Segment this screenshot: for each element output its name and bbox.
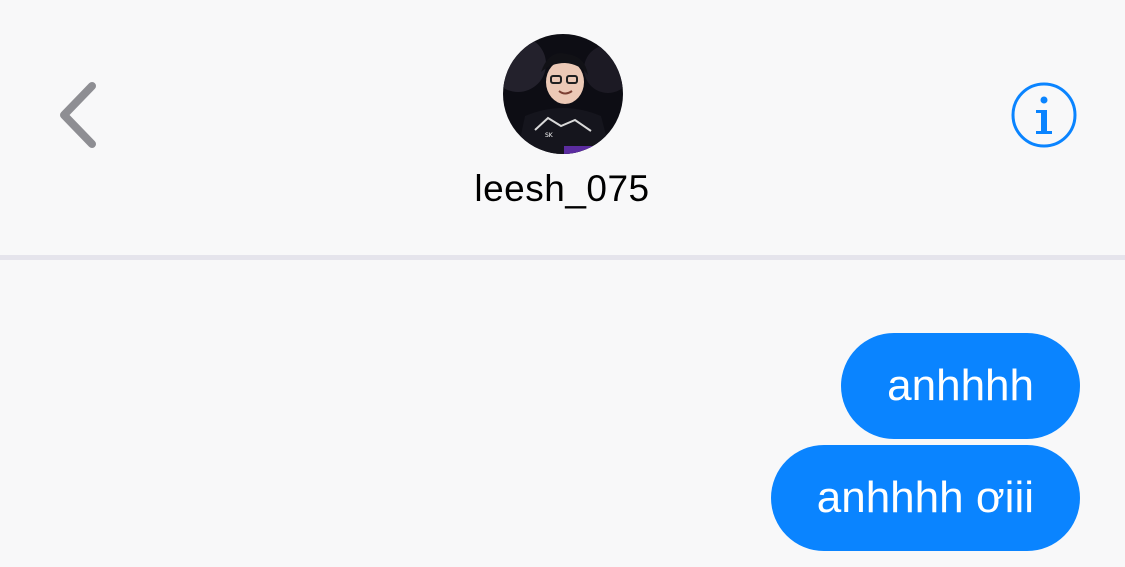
info-button[interactable] [1009, 80, 1079, 150]
message-bubble[interactable]: anhhhh ơiii [770, 445, 1080, 551]
back-button[interactable] [44, 70, 114, 160]
profile-photo: SK [503, 34, 623, 154]
chat-header: SK leesh_075 [0, 0, 1125, 255]
chevron-left-icon [60, 82, 96, 148]
contact-name[interactable]: leesh_075 [412, 168, 712, 210]
message-bubble[interactable]: anhhhh [841, 333, 1080, 439]
chat-screen: SK leesh_075 anhhhh anhhhh ơiii [0, 0, 1125, 567]
message-list: anhhhh anhhhh ơiii [0, 260, 1125, 567]
svg-text:SK: SK [545, 132, 554, 139]
info-circle-icon [1011, 82, 1077, 148]
avatar[interactable]: SK [503, 34, 623, 154]
